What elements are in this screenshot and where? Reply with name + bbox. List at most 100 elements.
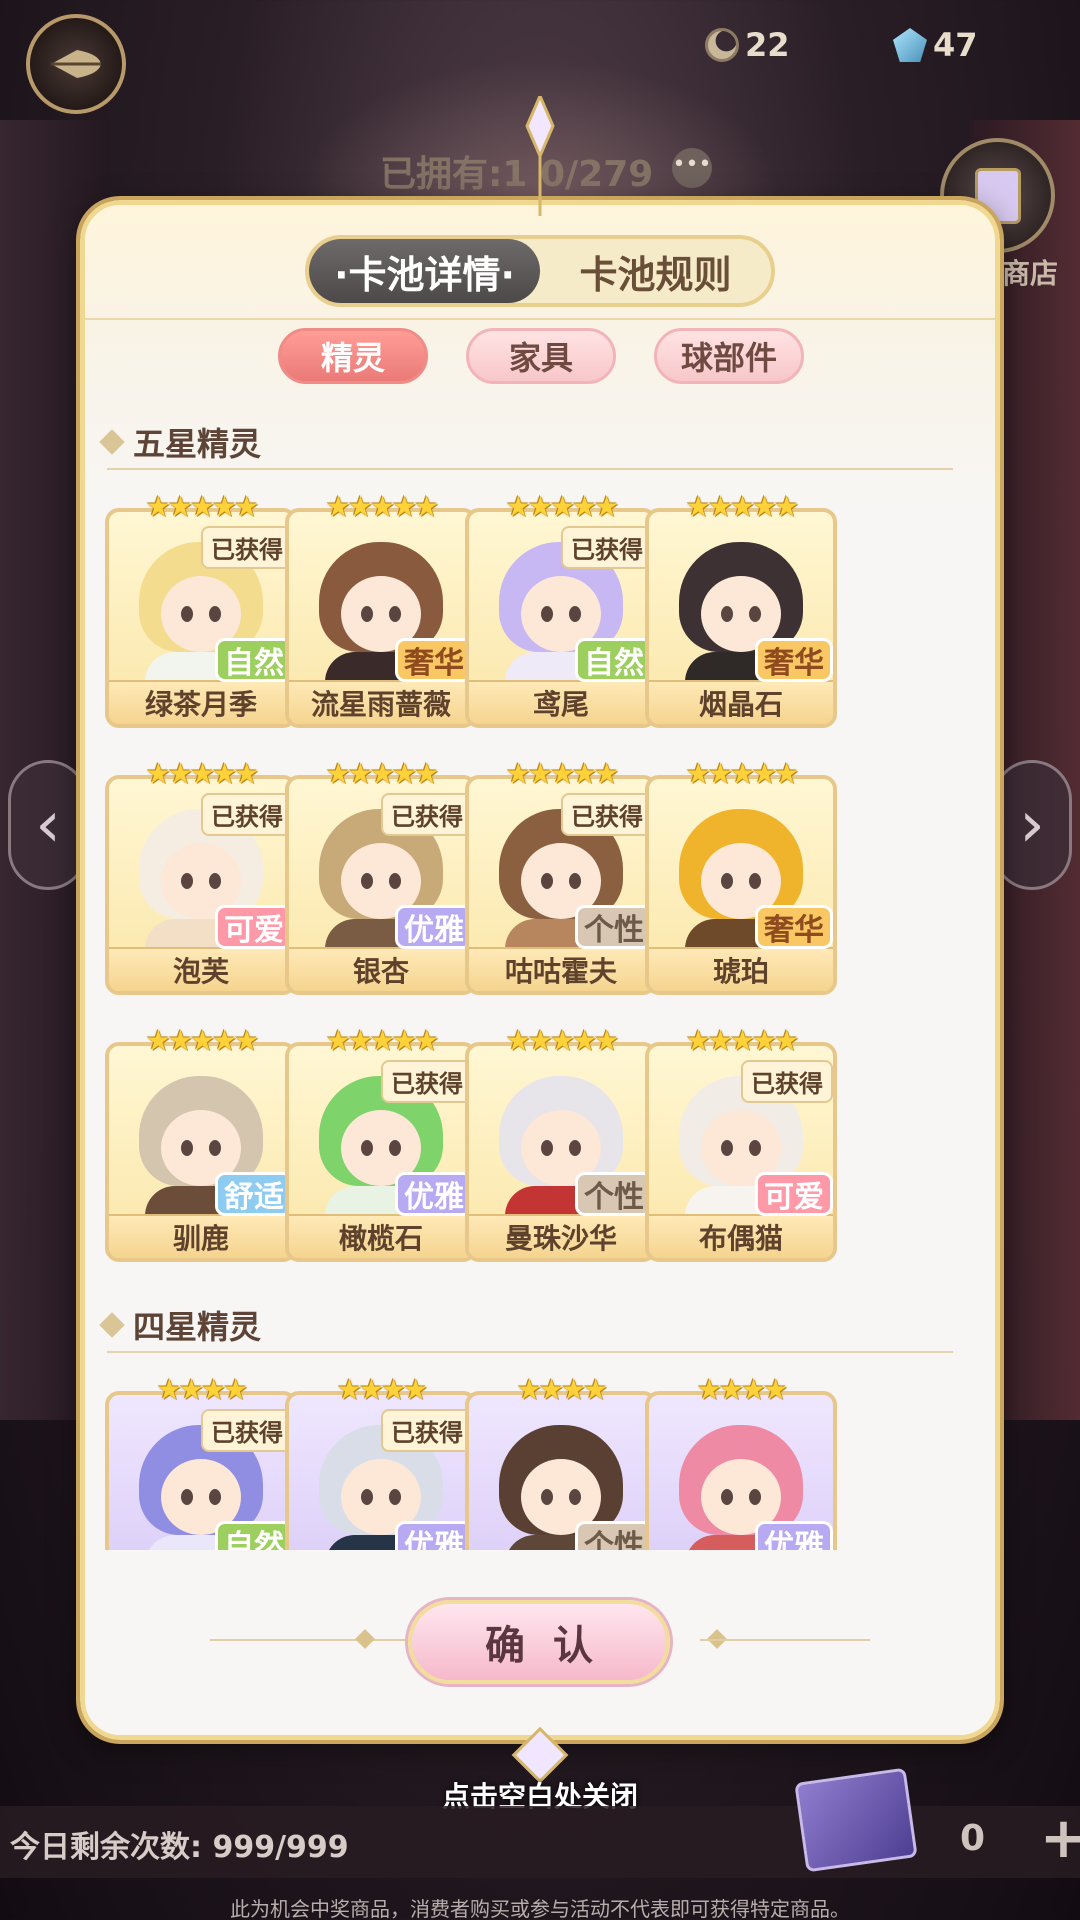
spirit-name: 泡芙 <box>109 947 293 991</box>
spirit-card[interactable]: ★★★★ 优雅 <box>645 1375 837 1550</box>
spirit-card[interactable]: 流星雨蔷薇 ★★★★★ 奢华 <box>285 492 477 728</box>
attribute-tag: 奢华 <box>755 905 833 949</box>
star-rating-icon: ★★★★★ <box>145 490 260 523</box>
spirit-card[interactable]: 琥珀 ★★★★★ 奢华 <box>645 759 837 995</box>
star-rating-icon: ★★★★★ <box>145 757 260 790</box>
star-rating-icon: ★★★★★ <box>505 490 620 523</box>
portrait-eye <box>181 606 193 622</box>
portrait-eye <box>541 1489 553 1505</box>
spirit-card[interactable]: 绿茶月季 ★★★★★ 已获得 自然 <box>105 492 297 728</box>
portrait-eye <box>569 606 581 622</box>
portrait-eye <box>569 873 581 889</box>
spirit-name: 流星雨蔷薇 <box>289 680 473 724</box>
spirit-list[interactable]: 五星精灵 绿茶月季 ★★★★★ 已获得 自然 流星雨蔷薇 ★★★★★ 奢华 鸢尾… <box>85 400 995 1550</box>
spirit-card[interactable]: ★★★★ 已获得 优雅 <box>285 1375 477 1550</box>
star-rating-icon: ★★★★★ <box>685 757 800 790</box>
owned-badge: 已获得 <box>201 793 293 836</box>
star-rating-icon: ★★★★★ <box>685 1024 800 1057</box>
star-rating-icon: ★★★★ <box>336 1373 428 1406</box>
tab-spirits[interactable]: 精灵 <box>278 328 428 384</box>
spirit-card[interactable]: 布偶猫 ★★★★★ 已获得 可爱 <box>645 1026 837 1262</box>
moon-currency-icon <box>705 28 739 62</box>
portrait-eye <box>541 606 553 622</box>
attribute-tag: 个性 <box>575 1521 653 1550</box>
owned-badge: 已获得 <box>381 793 473 836</box>
gem-currency-value: 47 <box>933 26 978 64</box>
star-rating-icon: ★★★★★ <box>685 490 800 523</box>
next-arrow-button[interactable]: › <box>992 760 1072 890</box>
header-divider <box>85 318 995 320</box>
portrait-eye <box>389 1489 401 1505</box>
spirit-card[interactable]: 银杏 ★★★★★ 已获得 优雅 <box>285 759 477 995</box>
star-rating-icon: ★★★★ <box>516 1373 608 1406</box>
attribute-tag: 自然 <box>575 638 653 682</box>
divider-right <box>700 1639 870 1641</box>
spirit-card[interactable]: 驯鹿 ★★★★★ 舒适 <box>105 1026 297 1262</box>
section-divider <box>107 468 953 470</box>
tab-pool-rules[interactable]: 卡池规则 <box>540 239 771 303</box>
attribute-tag: 自然 <box>215 1521 293 1550</box>
portrait-eye <box>749 606 761 622</box>
card-frame: 烟晶石 <box>645 508 837 728</box>
owned-badge: 已获得 <box>381 1409 473 1452</box>
add-ticket-button[interactable]: + <box>1040 1806 1080 1871</box>
diamond-ornament-icon <box>355 1629 375 1649</box>
portrait-eye <box>361 873 373 889</box>
spirit-name: 橄榄石 <box>289 1214 473 1258</box>
spirit-card[interactable]: 曼珠沙华 ★★★★★ 个性 <box>465 1026 657 1262</box>
portrait-eye <box>541 873 553 889</box>
star-rating-icon: ★★★★ <box>156 1373 248 1406</box>
star-rating-icon: ★★★★★ <box>325 1024 440 1057</box>
more-icon[interactable]: ••• <box>672 148 712 188</box>
tab-ball-parts[interactable]: 球部件 <box>654 328 804 384</box>
ticket-count: 0 <box>960 1818 986 1859</box>
spirit-card[interactable]: 烟晶石 ★★★★★ 奢华 <box>645 492 837 728</box>
confirm-button[interactable]: 确认 <box>408 1600 670 1684</box>
portrait-eye <box>209 606 221 622</box>
crown-diamond-icon <box>525 96 555 216</box>
spirit-name: 布偶猫 <box>649 1214 833 1258</box>
portrait-eye <box>569 1489 581 1505</box>
spirit-card[interactable]: 鸢尾 ★★★★★ 已获得 自然 <box>465 492 657 728</box>
portrait-eye <box>181 1489 193 1505</box>
spirit-card[interactable]: 橄榄石 ★★★★★ 已获得 优雅 <box>285 1026 477 1262</box>
portrait-eye <box>209 873 221 889</box>
attribute-tag: 舒适 <box>215 1172 293 1216</box>
attribute-tag: 自然 <box>215 638 293 682</box>
attribute-tag: 优雅 <box>395 1521 473 1550</box>
portrait-eye <box>181 873 193 889</box>
portrait-eye <box>389 873 401 889</box>
portrait-eye <box>209 1140 221 1156</box>
disclaimer: 此为机会中奖商品，消费者购买或参与活动不代表即可获得特定商品。 <box>230 1897 850 1920</box>
spirit-name: 驯鹿 <box>109 1214 293 1258</box>
diamond-bullet-icon <box>99 1312 125 1338</box>
tab-pool-details[interactable]: ·卡池详情· <box>309 239 540 303</box>
portrait-eye <box>721 1140 733 1156</box>
spirit-name: 鸢尾 <box>469 680 653 724</box>
spirit-card[interactable]: 咕咕霍夫 ★★★★★ 已获得 个性 <box>465 759 657 995</box>
section-divider <box>107 1351 953 1353</box>
attribute-tag: 优雅 <box>395 1172 473 1216</box>
portrait-eye <box>569 1140 581 1156</box>
portrait-eye <box>209 1489 221 1505</box>
portrait-eye <box>541 1140 553 1156</box>
portrait-eye <box>389 1140 401 1156</box>
portrait-eye <box>721 606 733 622</box>
attribute-tag: 可爱 <box>215 905 293 949</box>
back-button[interactable] <box>26 14 126 114</box>
owned-badge: 已获得 <box>561 526 653 569</box>
prev-arrow-button[interactable]: ‹ <box>8 760 88 890</box>
section-title-text: 五星精灵 <box>133 425 262 463</box>
section-title: 五星精灵 <box>99 420 262 464</box>
spirit-card[interactable]: 泡芙 ★★★★★ 已获得 可爱 <box>105 759 297 995</box>
owned-badge: 已获得 <box>381 1060 473 1103</box>
spirit-card[interactable]: ★★★★ 已获得 自然 <box>105 1375 297 1550</box>
portrait-eye <box>389 606 401 622</box>
spirit-card[interactable]: ★★★★ 个性 <box>465 1375 657 1550</box>
gem-currency-icon <box>893 28 927 62</box>
tab-furniture[interactable]: 家具 <box>466 328 616 384</box>
portrait-eye <box>361 1140 373 1156</box>
portrait-eye <box>721 873 733 889</box>
spirit-name: 烟晶石 <box>649 680 833 724</box>
attribute-tag: 优雅 <box>755 1521 833 1550</box>
